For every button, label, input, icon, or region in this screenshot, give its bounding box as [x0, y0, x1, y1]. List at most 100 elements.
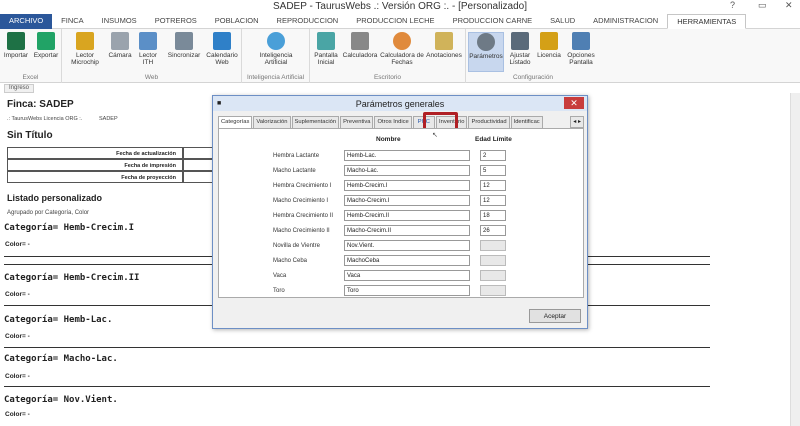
group-web: Lector Microchip Cámara Lector ITH Sincr… — [62, 29, 242, 83]
help-icon[interactable]: ? — [730, 0, 735, 10]
color-line: Color= - — [5, 333, 30, 340]
calculadora-fechas-button[interactable]: Calculadora de Fechas — [380, 32, 424, 66]
ribbon: Importar Exportar Excel Lector Microchip… — [0, 29, 800, 83]
nombre-input[interactable]: Hemb-Lac. — [344, 150, 470, 161]
edad-input[interactable]: 26 — [480, 225, 506, 236]
group-ia: Inteligencia Artificial Inteligencia Art… — [242, 29, 310, 83]
key-icon — [540, 32, 558, 50]
cow-icon: ■ — [217, 100, 222, 107]
dtab-categorias[interactable]: Categorías — [218, 116, 253, 128]
dtab-valorizacion[interactable]: Valorización — [253, 116, 291, 128]
close-window-icon[interactable]: ✕ — [785, 0, 793, 11]
categoria-heading: Categoría= Hemb-Crecim.I — [4, 223, 135, 233]
nombre-input[interactable]: Macho-Crecim.I — [344, 195, 470, 206]
row-label: Novilla de Vientre — [273, 243, 320, 249]
calendario-web-button[interactable]: Calendario Web — [204, 32, 240, 66]
camera-icon — [111, 32, 129, 50]
nombre-input[interactable]: Nov.Vient. — [344, 240, 470, 251]
group-excel: Importar Exportar Excel — [0, 29, 62, 83]
tab-produccion-leche[interactable]: PRODUCCION LECHE — [347, 14, 443, 29]
subtab-ingreso[interactable]: Ingreso — [4, 84, 35, 93]
group-label-excel: Excel — [22, 74, 39, 81]
group-label-ia: Inteligencia Artificial — [246, 74, 305, 81]
brain-icon — [267, 32, 285, 50]
tab-archivo[interactable]: ARCHIVO — [0, 14, 53, 29]
tab-administracion[interactable]: ADMINISTRACION — [584, 14, 667, 29]
group-escritorio: Pantalla Inicial Calculadora Calculadora… — [310, 29, 466, 83]
restore-icon[interactable]: ▭ — [758, 0, 767, 11]
nombre-input[interactable]: Macho-Crecim.II — [344, 225, 470, 236]
opciones-pantalla-button[interactable]: Opciones Pantalla — [564, 32, 598, 66]
aceptar-button[interactable]: Aceptar — [529, 309, 581, 323]
agrupado-text: Agrupado por Categoría, Color — [7, 210, 90, 216]
tab-produccion-carne[interactable]: PRODUCCION CARNE — [444, 14, 542, 29]
title-bar: SADEP - TaurusWebs .: Versión ORG :. - [… — [0, 0, 800, 14]
dtab-identificacion[interactable]: Identificac — [510, 116, 543, 128]
divider — [4, 386, 710, 387]
lector-microchip-button[interactable]: Lector Microchip — [68, 32, 102, 66]
tab-herramientas[interactable]: HERRAMIENTAS — [667, 14, 747, 29]
listado-title: Listado personalizado — [7, 193, 103, 203]
dialog-tabs: Categorías Valorización Suplementación P… — [218, 116, 584, 128]
edad-input[interactable]: 2 — [480, 150, 506, 161]
finca-title: Finca: SADEP — [7, 99, 74, 110]
col-edad-limite: Edad Límite — [475, 136, 512, 143]
categoria-heading: Categoría= Hemb-Lac. — [4, 315, 113, 325]
tab-insumos[interactable]: INSUMOS — [93, 14, 146, 29]
anotaciones-button[interactable]: Anotaciones — [424, 32, 464, 59]
notes-icon — [435, 32, 453, 50]
pantalla-inicial-button[interactable]: Pantalla Inicial — [312, 32, 340, 66]
exportar-button[interactable]: Exportar — [32, 32, 60, 59]
nombre-input[interactable]: Macho-Lac. — [344, 165, 470, 176]
edad-input[interactable]: 5 — [480, 165, 506, 176]
dtab-otros-indice[interactable]: Otros Indice — [374, 116, 412, 128]
calculator-icon — [351, 32, 369, 50]
window-title: SADEP - TaurusWebs .: Versión ORG :. - [… — [273, 1, 527, 12]
importar-button[interactable]: Importar — [3, 32, 29, 59]
tab-scroll-arrows[interactable]: ◂ ▸ — [570, 116, 584, 128]
dialog-close-button[interactable]: ✕ — [564, 97, 584, 109]
mouse-cursor-icon: ↖ — [432, 132, 438, 139]
color-line: Color= - — [5, 373, 30, 380]
tab-salud[interactable]: SALUD — [541, 14, 584, 29]
color-line: Color= - — [5, 411, 30, 418]
mail-icon — [213, 32, 231, 50]
sincronizar-button[interactable]: Sincronizar — [166, 32, 202, 59]
parametros-button[interactable]: Parámetros — [468, 32, 504, 72]
categoria-heading: Categoría= Macho-Lac. — [4, 354, 118, 364]
camara-button[interactable]: Cámara — [106, 32, 134, 59]
ajustar-listado-button[interactable]: Ajustar Listado — [506, 32, 534, 66]
edad-input-disabled — [480, 270, 506, 281]
lector-ith-button[interactable]: Lector ITH — [136, 32, 160, 66]
clock-icon — [393, 32, 411, 50]
inteligencia-artificial-button[interactable]: Inteligencia Artificial — [252, 32, 300, 66]
gear-icon — [477, 33, 495, 51]
vertical-scrollbar[interactable] — [790, 93, 800, 426]
color-line: Color= - — [5, 241, 30, 248]
nombre-input[interactable]: Vaca — [344, 270, 470, 281]
row-label: Vaca — [273, 273, 287, 279]
nombre-input[interactable]: Hemb-Crecim.I — [344, 180, 470, 191]
nombre-input[interactable]: Hemb-Crecim.II — [344, 210, 470, 221]
tab-poblacion[interactable]: POBLACION — [206, 14, 268, 29]
col-nombre: Nombre — [376, 136, 401, 143]
categoria-heading: Categoría= Nov.Vient. — [4, 395, 118, 405]
calculadora-button[interactable]: Calculadora — [342, 32, 378, 59]
excel-export-icon — [37, 32, 55, 50]
tab-potreros[interactable]: POTREROS — [146, 14, 206, 29]
licencia-button[interactable]: Licencia — [536, 32, 562, 59]
tab-reproduccion[interactable]: REPRODUCCION — [268, 14, 348, 29]
dtab-preventiva[interactable]: Preventiva — [340, 116, 374, 128]
nombre-input[interactable]: MachoCeba — [344, 255, 470, 266]
fecha-proyeccion-label: Fecha de proyección — [7, 171, 183, 183]
screen-options-icon — [572, 32, 590, 50]
edad-input[interactable]: 18 — [480, 210, 506, 221]
edad-input[interactable]: 12 — [480, 195, 506, 206]
microchip-icon — [76, 32, 94, 50]
dtab-productividad[interactable]: Productividad — [468, 116, 510, 128]
edad-input[interactable]: 12 — [480, 180, 506, 191]
group-label-configuracion: Configuración — [512, 74, 554, 81]
dtab-suplementacion[interactable]: Suplementación — [291, 116, 340, 128]
nombre-input[interactable]: Toro — [344, 285, 470, 296]
tab-finca[interactable]: FINCA — [52, 14, 93, 29]
